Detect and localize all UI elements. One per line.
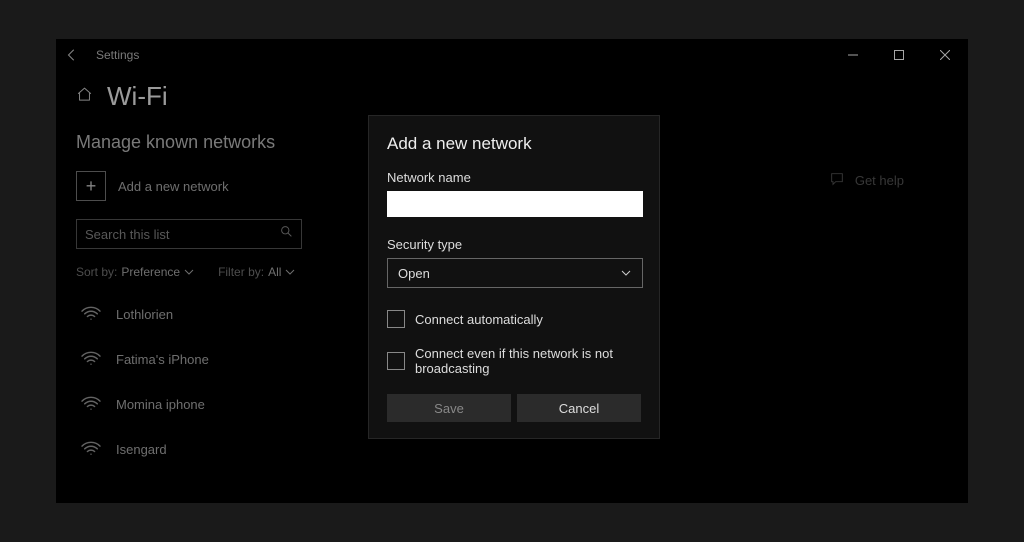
app-title: Settings xyxy=(96,48,139,62)
security-type-select[interactable]: Open xyxy=(387,258,643,288)
connect-hidden-checkbox[interactable]: Connect even if this network is not broa… xyxy=(387,346,641,376)
network-name: Momina iphone xyxy=(116,397,205,412)
close-button[interactable] xyxy=(922,39,968,71)
save-button[interactable]: Save xyxy=(387,394,511,422)
dialog-buttons: Save Cancel xyxy=(387,394,641,422)
cancel-button[interactable]: Cancel xyxy=(517,394,641,422)
window-controls xyxy=(830,39,968,71)
checkbox-icon xyxy=(387,310,405,328)
back-button[interactable] xyxy=(56,39,88,71)
wifi-icon xyxy=(80,348,102,371)
chevron-down-icon xyxy=(184,267,194,277)
network-name: Lothlorien xyxy=(116,307,173,322)
dialog-title: Add a new network xyxy=(387,134,641,154)
maximize-button[interactable] xyxy=(876,39,922,71)
network-name: Isengard xyxy=(116,442,167,457)
wifi-icon xyxy=(80,303,102,326)
network-name-input[interactable] xyxy=(387,191,643,217)
search-icon xyxy=(280,225,293,243)
filter-dropdown[interactable]: Filter by: All xyxy=(218,265,295,279)
settings-window: Settings Wi-Fi Manage known networks + A… xyxy=(56,39,968,503)
connect-auto-label: Connect automatically xyxy=(415,312,543,327)
home-icon[interactable] xyxy=(76,86,93,108)
page-title: Wi-Fi xyxy=(107,81,168,112)
security-type-label: Security type xyxy=(387,237,641,252)
network-name: Fatima's iPhone xyxy=(116,352,209,367)
plus-icon: + xyxy=(76,171,106,201)
wifi-icon xyxy=(80,393,102,416)
minimize-button[interactable] xyxy=(830,39,876,71)
search-input[interactable] xyxy=(85,227,280,242)
chevron-down-icon xyxy=(620,267,632,279)
connect-auto-checkbox[interactable]: Connect automatically xyxy=(387,310,641,328)
security-type-value: Open xyxy=(398,266,430,281)
checkbox-icon xyxy=(387,352,405,370)
add-network-dialog: Add a new network Network name Security … xyxy=(368,115,660,439)
connect-hidden-label: Connect even if this network is not broa… xyxy=(415,346,641,376)
wifi-icon xyxy=(80,438,102,461)
chevron-down-icon xyxy=(285,267,295,277)
get-help-link[interactable]: Get help xyxy=(829,171,904,190)
search-box[interactable] xyxy=(76,219,302,249)
chat-icon xyxy=(829,171,845,190)
network-name-label: Network name xyxy=(387,170,641,185)
titlebar: Settings xyxy=(56,39,968,71)
sort-dropdown[interactable]: Sort by: Preference xyxy=(76,265,194,279)
get-help-label: Get help xyxy=(855,173,904,188)
add-network-label: Add a new network xyxy=(118,179,229,194)
